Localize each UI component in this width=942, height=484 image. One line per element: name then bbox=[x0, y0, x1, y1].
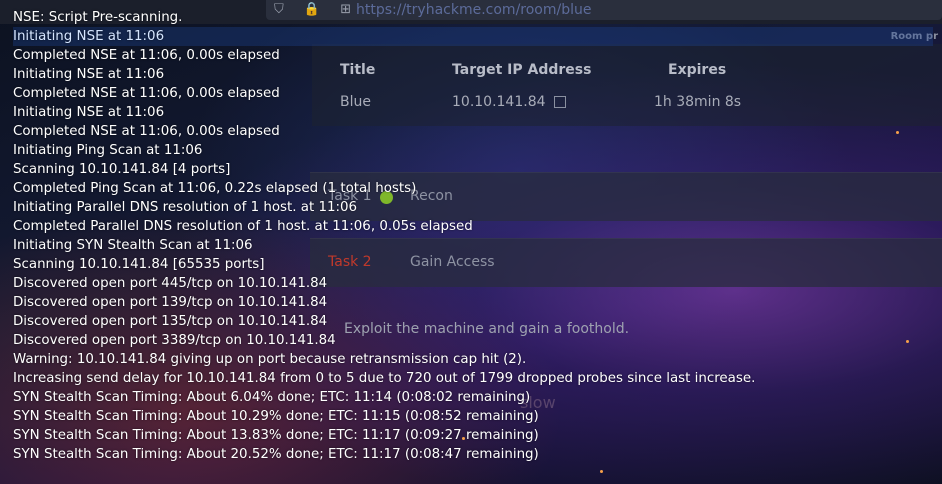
terminal-line: Initiating Parallel DNS resolution of 1 … bbox=[13, 200, 358, 215]
terminal-line: Initiating NSE at 11:06 bbox=[13, 67, 165, 82]
terminal-line: NSE: Script Pre-scanning. bbox=[13, 10, 183, 25]
terminal-line: SYN Stealth Scan Timing: About 20.52% do… bbox=[13, 447, 539, 462]
terminal-line: Warning: 10.10.141.84 giving up on port … bbox=[13, 352, 527, 367]
terminal-line: Scanning 10.10.141.84 [4 ports] bbox=[13, 162, 231, 177]
terminal-line: Completed Parallel DNS resolution of 1 h… bbox=[13, 219, 473, 234]
terminal-line: Initiating NSE at 11:06 bbox=[13, 105, 165, 120]
terminal-line: Discovered open port 3389/tcp on 10.10.1… bbox=[13, 333, 336, 348]
terminal-line: Discovered open port 445/tcp on 10.10.14… bbox=[13, 276, 328, 291]
terminal-line: Initiating Ping Scan at 11:06 bbox=[13, 143, 203, 158]
terminal-line: SYN Stealth Scan Timing: About 6.04% don… bbox=[13, 390, 531, 405]
terminal-line: Initiating SYN Stealth Scan at 11:06 bbox=[13, 238, 253, 253]
terminal-line: Discovered open port 135/tcp on 10.10.14… bbox=[13, 314, 328, 329]
terminal-line: Completed NSE at 11:06, 0.00s elapsed bbox=[13, 124, 280, 139]
terminal-output[interactable]: NSE: Script Pre-scanning. Initiating NSE … bbox=[13, 8, 933, 464]
terminal-line: Increasing send delay for 10.10.141.84 f… bbox=[13, 371, 756, 386]
terminal-line: Scanning 10.10.141.84 [65535 ports] bbox=[13, 257, 265, 272]
terminal-line: Discovered open port 139/tcp on 10.10.14… bbox=[13, 295, 328, 310]
terminal-line: Completed Ping Scan at 11:06, 0.22s elap… bbox=[13, 181, 417, 196]
terminal-line: Completed NSE at 11:06, 0.00s elapsed bbox=[13, 48, 280, 63]
terminal-line: Initiating NSE at 11:06 bbox=[13, 27, 933, 46]
background-star bbox=[600, 470, 603, 473]
terminal-line: Completed NSE at 11:06, 0.00s elapsed bbox=[13, 86, 280, 101]
terminal-line: SYN Stealth Scan Timing: About 13.83% do… bbox=[13, 428, 539, 443]
terminal-line: SYN Stealth Scan Timing: About 10.29% do… bbox=[13, 409, 539, 424]
